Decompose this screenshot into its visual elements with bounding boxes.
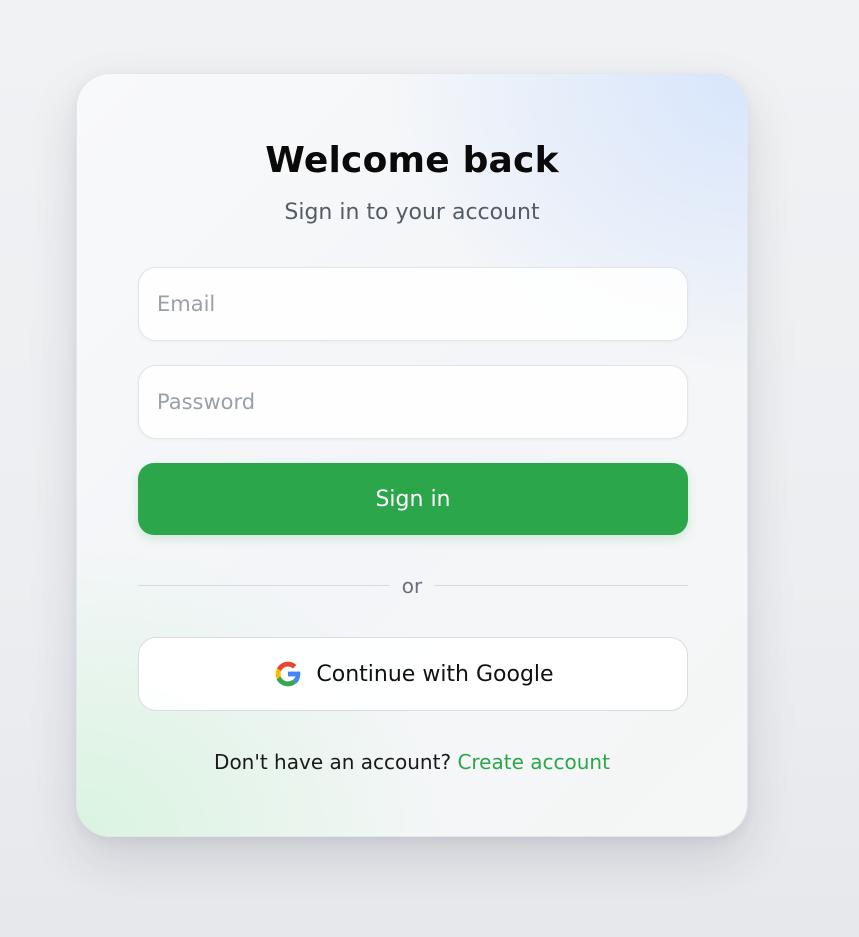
email-field[interactable] <box>138 267 688 341</box>
login-card: Welcome back Sign in to your account Sig… <box>76 73 748 837</box>
google-logo-icon <box>272 658 304 690</box>
signup-prompt: Don't have an account? Create account <box>77 750 747 774</box>
page-title: Welcome back <box>265 140 559 181</box>
continue-with-google-button[interactable]: Continue with Google <box>138 637 688 711</box>
page-subtitle: Sign in to your account <box>284 200 540 225</box>
signup-prompt-text: Don't have an account? <box>214 750 452 774</box>
divider-line-left <box>138 585 390 586</box>
create-account-link[interactable]: Create account <box>457 750 610 774</box>
google-button-label: Continue with Google <box>316 661 554 687</box>
divider-line-right <box>434 585 688 586</box>
divider-or-label: or <box>401 574 423 598</box>
password-field[interactable] <box>138 365 688 439</box>
sign-in-button[interactable]: Sign in <box>138 463 688 535</box>
